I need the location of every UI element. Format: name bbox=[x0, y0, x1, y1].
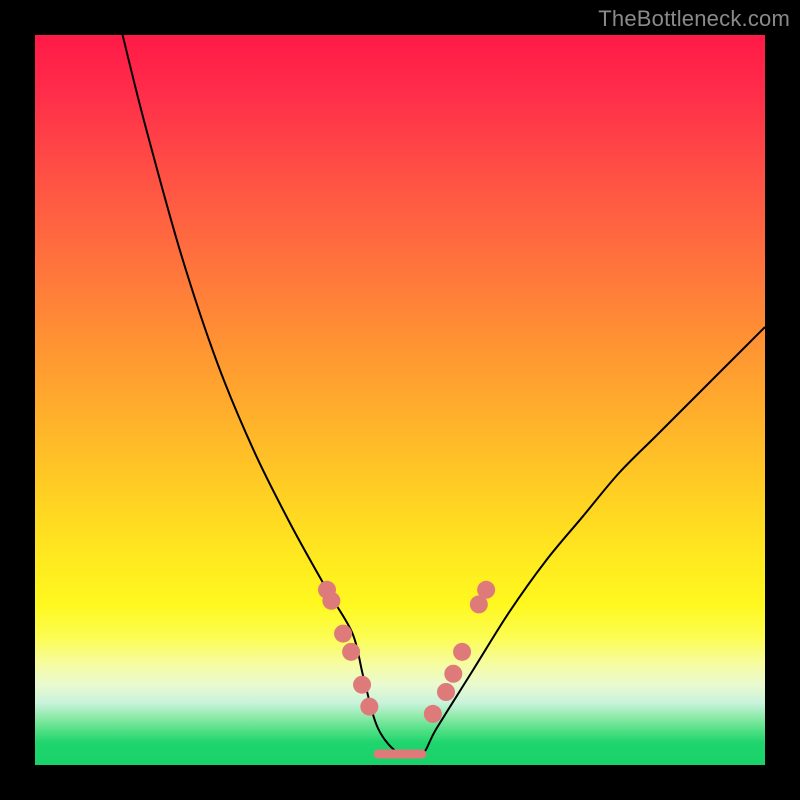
marker-right-wall-markers bbox=[477, 581, 495, 599]
marker-right-wall-markers bbox=[437, 683, 455, 701]
chart-svg bbox=[35, 35, 765, 765]
marker-right-wall-markers bbox=[424, 705, 442, 723]
marker-left-wall-markers bbox=[353, 676, 371, 694]
outer-frame: TheBottleneck.com bbox=[0, 0, 800, 800]
marker-left-wall-markers bbox=[322, 592, 340, 610]
marker-right-wall-markers bbox=[453, 643, 471, 661]
plot-area bbox=[35, 35, 765, 765]
attribution-watermark: TheBottleneck.com bbox=[598, 6, 790, 32]
marker-left-wall-markers bbox=[360, 698, 378, 716]
marker-left-wall-markers bbox=[342, 643, 360, 661]
marker-left-wall-markers bbox=[334, 625, 352, 643]
marker-right-wall-markers bbox=[444, 665, 462, 683]
series-bottleneck-curve bbox=[123, 35, 765, 757]
